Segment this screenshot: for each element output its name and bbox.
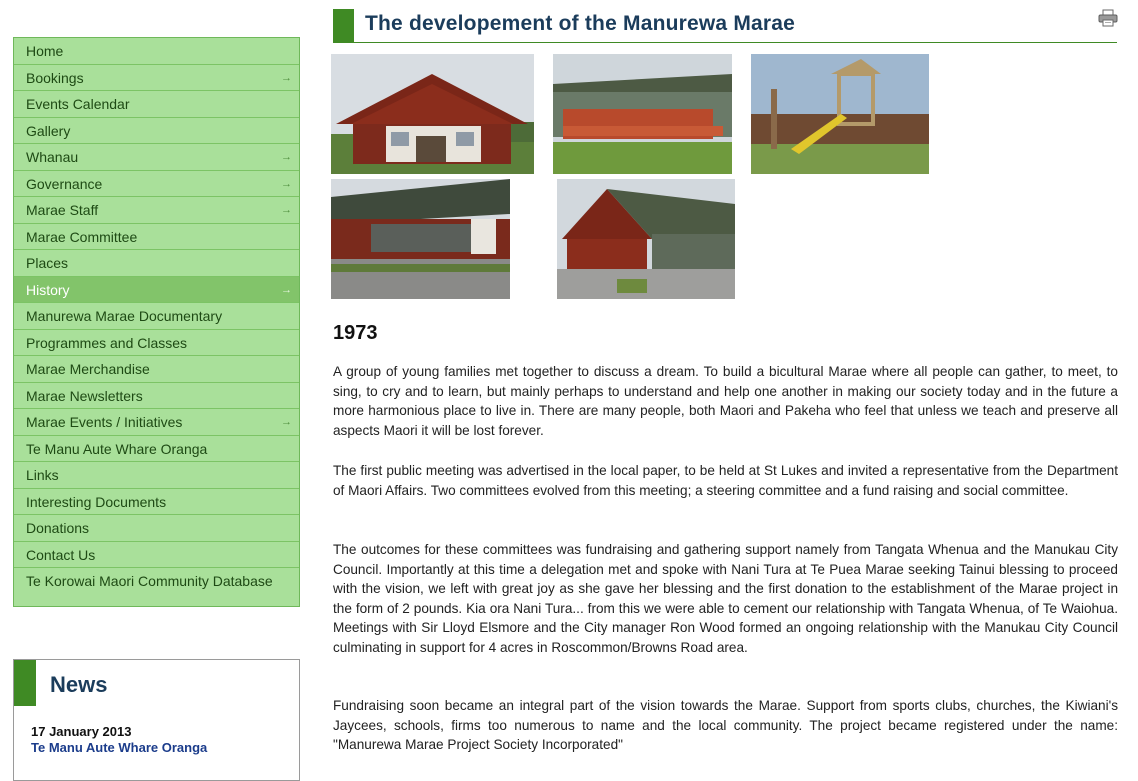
sidebar-item-label: Te Korowai Maori Community Database xyxy=(26,573,273,589)
history-paragraph: A group of young families met together t… xyxy=(333,364,1118,438)
photo-playground[interactable] xyxy=(751,54,929,174)
sidebar-item-places[interactable]: Places xyxy=(14,250,299,277)
news-accent-bar xyxy=(14,660,36,706)
history-paragraph: Fundraising soon became an integral part… xyxy=(333,698,1118,752)
sidebar-item-events-calendar[interactable]: Events Calendar xyxy=(14,91,299,118)
sidebar-item-history[interactable]: History → xyxy=(14,276,299,303)
sidebar-item-label: Donations xyxy=(26,520,90,536)
printer-icon[interactable] xyxy=(1098,9,1118,27)
sidebar-item-governance[interactable]: Governance → xyxy=(14,171,299,197)
sidebar-item-marae-merchandise[interactable]: Marae Merchandise xyxy=(14,356,299,383)
sidebar-item-label: History xyxy=(26,281,70,298)
sidebar-item-manurewa-marae-documentary[interactable]: Manurewa Marae Documentary xyxy=(14,303,299,330)
sidebar-item-label: Gallery xyxy=(26,122,71,139)
sidebar-item-marae-events-initiatives[interactable]: Marae Events / Initiatives → xyxy=(14,409,299,436)
sidebar-item-donations[interactable]: Donations xyxy=(14,515,299,542)
history-paragraph: The first public meeting was advertised … xyxy=(333,463,1118,498)
news-date: 17 January 2013 xyxy=(31,724,132,739)
sidebar-item-label: Te Manu Aute Whare Oranga xyxy=(26,440,208,457)
sidebar-item-interesting-documents[interactable]: Interesting Documents xyxy=(14,489,299,515)
sidebar-item-label: Links xyxy=(26,467,59,483)
photo-marae-corner[interactable] xyxy=(557,179,735,299)
photo-marae-deck[interactable] xyxy=(553,54,732,174)
arrow-right-icon: → xyxy=(281,177,292,190)
sidebar-item-marae-staff[interactable]: Marae Staff → xyxy=(14,197,299,224)
sidebar-item-label: Bookings xyxy=(26,69,84,86)
sidebar-item-marae-newsletters[interactable]: Marae Newsletters xyxy=(14,383,299,409)
sidebar-item-programmes-and-classes[interactable]: Programmes and Classes xyxy=(14,330,299,356)
arrow-right-icon: → xyxy=(281,416,292,428)
sidebar-item-label: Governance xyxy=(26,175,103,192)
arrow-right-icon: → xyxy=(281,204,292,216)
year-heading: 1973 xyxy=(333,322,378,344)
sidebar-item-label: Manurewa Marae Documentary xyxy=(26,308,223,324)
history-paragraph: The outcomes for these committees was fu… xyxy=(333,542,1118,655)
sidebar-item-label: Places xyxy=(26,255,69,271)
sidebar-item-label: Contact Us xyxy=(26,546,96,563)
sidebar-item-te-korowai-maori-community-database[interactable]: Te Korowai Maori Community Database xyxy=(14,568,299,606)
news-box: News 17 January 2013 Te Manu Aute Whare … xyxy=(13,659,300,781)
sidebar-item-links[interactable]: Links xyxy=(14,462,299,489)
sidebar-item-label: Marae Merchandise xyxy=(26,361,150,377)
sidebar-item-label: Marae Newsletters xyxy=(26,387,143,404)
sidebar-item-label: Home xyxy=(26,43,64,59)
sidebar-item-label: Programmes and Classes xyxy=(26,334,188,351)
arrow-right-icon: → xyxy=(281,151,292,163)
photo-marae-side[interactable] xyxy=(331,179,510,299)
sidebar-item-label: Interesting Documents xyxy=(26,493,167,510)
page-title: The developement of the Manurewa Marae xyxy=(365,12,796,35)
sidebar-item-label: Marae Staff xyxy=(26,202,99,218)
sidebar-menu: Home Bookings → Events Calendar Gallery Whana… xyxy=(13,37,300,607)
sidebar-item-whanau[interactable]: Whanau → xyxy=(14,144,299,171)
title-divider xyxy=(333,42,1117,43)
news-title: News xyxy=(50,672,108,697)
sidebar-item-bookings[interactable]: Bookings → xyxy=(14,65,299,91)
title-accent-bar xyxy=(333,9,354,43)
sidebar-item-label: Whanau xyxy=(26,149,79,165)
sidebar-item-label: Events Calendar xyxy=(26,96,130,112)
sidebar-item-label: Marae Committee xyxy=(26,228,138,245)
arrow-right-icon: → xyxy=(281,283,292,296)
sidebar-item-te-manu-aute-whare-oranga[interactable]: Te Manu Aute Whare Oranga xyxy=(14,436,299,462)
sidebar-item-contact-us[interactable]: Contact Us xyxy=(14,542,299,568)
sidebar-item-label: Marae Events / Initiatives xyxy=(26,414,183,430)
sidebar-item-gallery[interactable]: Gallery xyxy=(14,118,299,144)
sidebar-item-home[interactable]: Home xyxy=(14,38,299,65)
photo-marae-front[interactable] xyxy=(331,54,534,174)
arrow-right-icon: → xyxy=(281,71,292,84)
sidebar-item-marae-committee[interactable]: Marae Committee xyxy=(14,224,299,250)
